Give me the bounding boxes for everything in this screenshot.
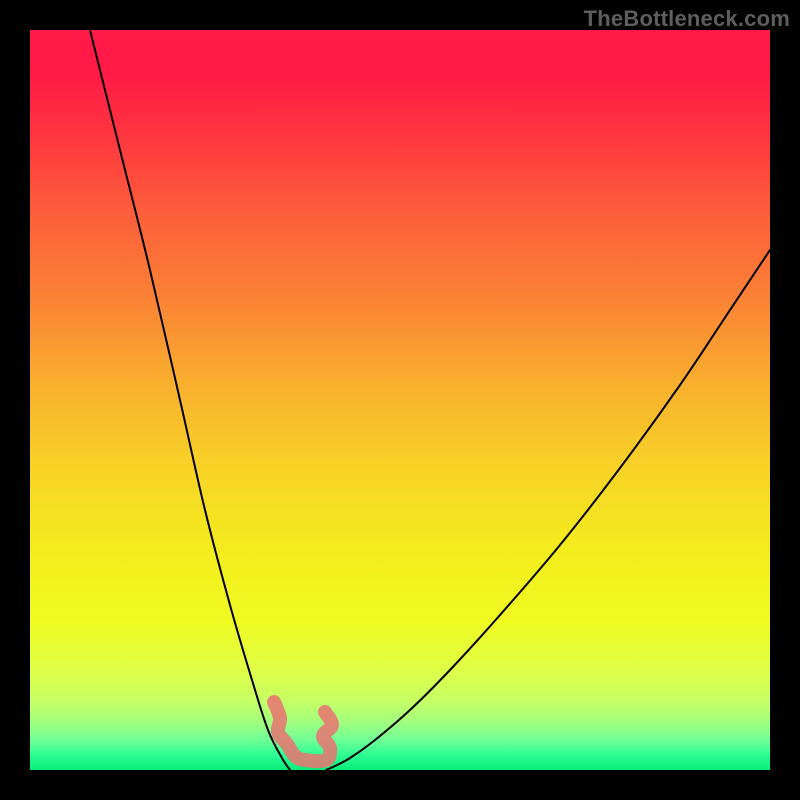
background-gradient bbox=[30, 30, 770, 770]
chart-svg bbox=[30, 30, 770, 770]
chart-frame: TheBottleneck.com bbox=[0, 0, 800, 800]
plot-area bbox=[30, 30, 770, 770]
watermark-text: TheBottleneck.com bbox=[584, 6, 790, 32]
